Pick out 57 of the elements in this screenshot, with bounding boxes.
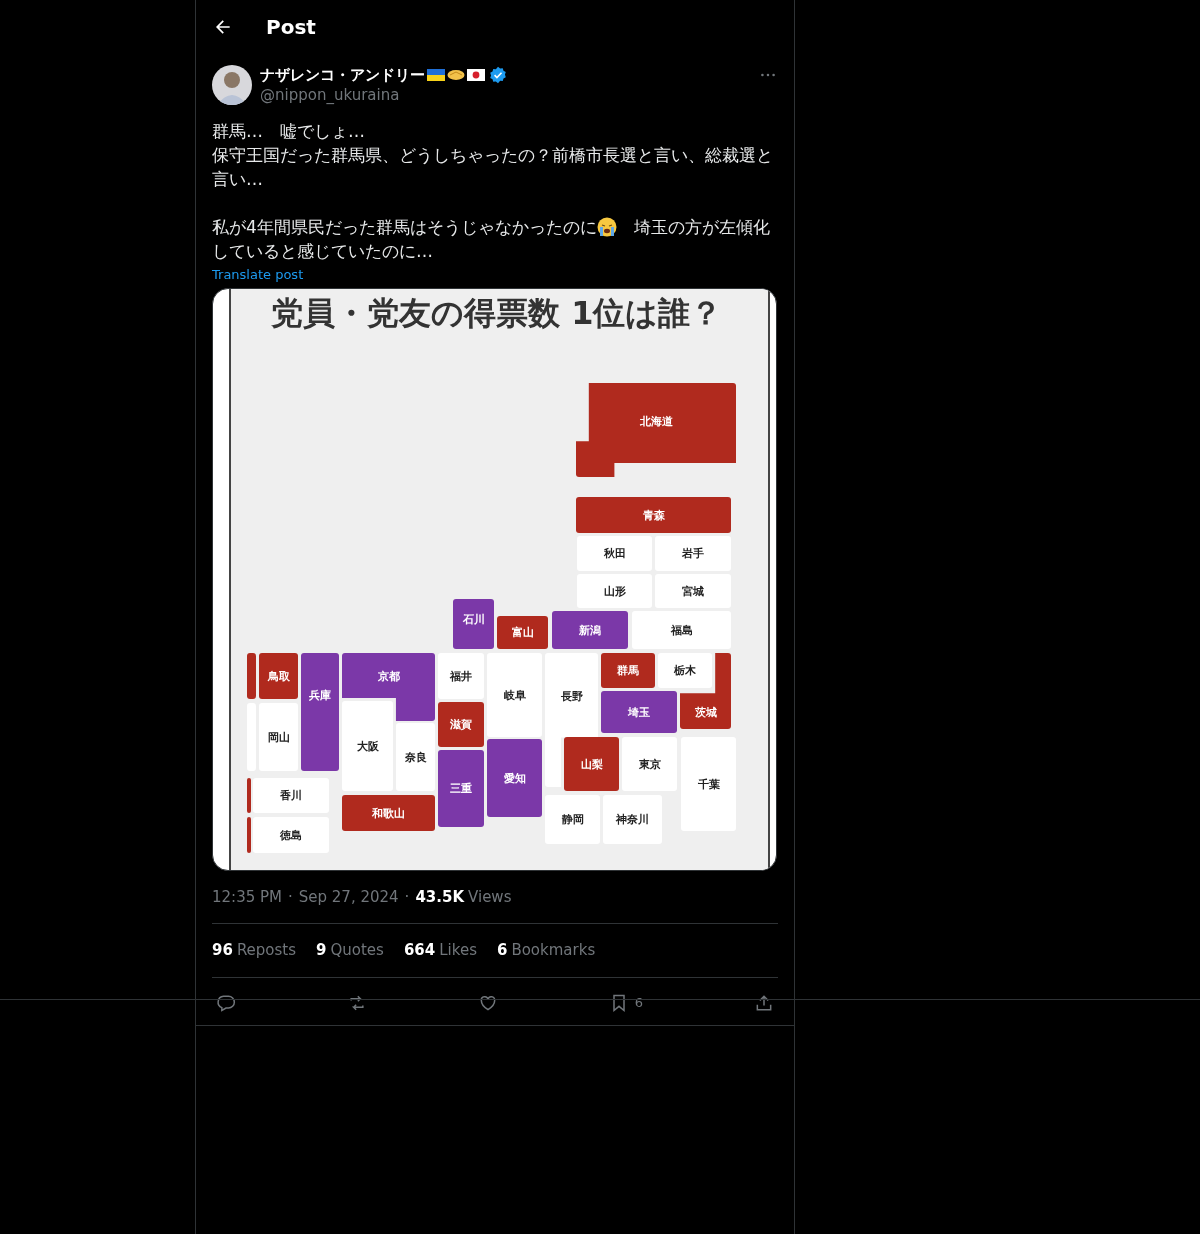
map-tile: 愛知 xyxy=(487,739,542,817)
author-handle[interactable]: @nippon_ukuraina xyxy=(260,85,750,105)
map-tile: 岡山 xyxy=(259,703,298,771)
map-tile: 香川 xyxy=(253,778,329,813)
views-count: 43.5K xyxy=(415,887,465,907)
map-tile: 和歌山 xyxy=(342,795,435,831)
map-image[interactable]: 党員・党友の得票数 1位は誰？ 北海道 青森 秋田 岩手 山形 宮城 石川 富山 新潟 福島 鳥取 兵庫 京都 福井 岐阜 長野 群馬 栃木 茨城 岡山 大阪 奈良 滋賀 埼玉 愛知 三重 山梨 東京 千葉 香川 徳島 和歌山 静岡 神奈川 xyxy=(212,288,777,871)
post-text: 私が4年間県民だった群馬はそうじゃなかったのに xyxy=(212,216,597,239)
crying-face-icon xyxy=(596,217,617,237)
map-tile: 兵庫 xyxy=(301,653,339,771)
map-tile: 三重 xyxy=(438,750,484,827)
map-tile: 福島 xyxy=(632,611,731,649)
map-tile: 富山 xyxy=(497,616,548,649)
translate-link[interactable]: Translate post xyxy=(212,266,304,284)
map-tile: 神奈川 xyxy=(603,795,662,844)
post-text: 埼玉の方が左傾化 xyxy=(632,216,770,239)
map-tile: 山梨 xyxy=(564,737,619,791)
japan-flag-icon xyxy=(467,69,485,81)
map-tile: 岐阜 xyxy=(487,653,542,737)
author-name[interactable]: ナザレンコ・アンドリー xyxy=(260,65,425,85)
post-text: 群馬… 嘘でしょ… xyxy=(212,120,366,143)
stat-link[interactable]: 96 Reposts xyxy=(212,939,297,962)
map-tile: 徳島 xyxy=(253,817,329,853)
map-tile: 東京 xyxy=(622,737,677,791)
map-tile: 滋賀 xyxy=(438,702,484,747)
map-tile: 大阪 xyxy=(342,701,393,791)
separator-dot: · xyxy=(288,887,293,907)
views-label: Views xyxy=(468,887,512,907)
post-text: 保守王国だった群馬県、どうしちゃったの？前橋市長選と言い、総裁選と言い… xyxy=(212,144,774,191)
map-tile: 埼玉 xyxy=(601,691,677,733)
post-text: していると感じていたのに… xyxy=(212,240,433,263)
map-tile: 秋田 xyxy=(577,536,652,571)
map-tile: 静岡 xyxy=(545,795,600,844)
post-time[interactable]: 12:35 PM xyxy=(212,887,282,907)
chart-title: 党員・党友の得票数 1位は誰？ xyxy=(271,293,723,334)
stat-link[interactable]: 6 Bookmarks xyxy=(496,939,596,962)
map-tile: 新潟 xyxy=(552,611,628,649)
avatar[interactable] xyxy=(212,65,252,105)
map-tile: 栃木 xyxy=(658,653,712,688)
map-tile: 石川 xyxy=(453,599,494,649)
map-tile: 鳥取 xyxy=(259,653,298,699)
map-tile: 福井 xyxy=(438,653,484,699)
map-tile: 岩手 xyxy=(655,536,731,571)
map-tile: 奈良 xyxy=(396,723,435,791)
ukraine-flag-icon xyxy=(427,69,445,81)
page-title: Post xyxy=(266,13,316,41)
map-tile: 山形 xyxy=(577,574,652,608)
separator-dot: · xyxy=(404,887,410,907)
stat-link[interactable]: 9 Quotes xyxy=(316,939,384,962)
map-tile: 千葉 xyxy=(681,737,736,831)
stat-link[interactable]: 664 Likes xyxy=(403,939,477,962)
map-tile: 群馬 xyxy=(601,653,655,688)
post-date[interactable]: Sep 27, 2024 xyxy=(298,887,399,907)
more-icon xyxy=(760,72,776,78)
map-tile: 青森 xyxy=(576,497,731,533)
bookmark-button[interactable]: 6 xyxy=(608,992,644,1013)
map-tile: 宮城 xyxy=(655,574,731,608)
